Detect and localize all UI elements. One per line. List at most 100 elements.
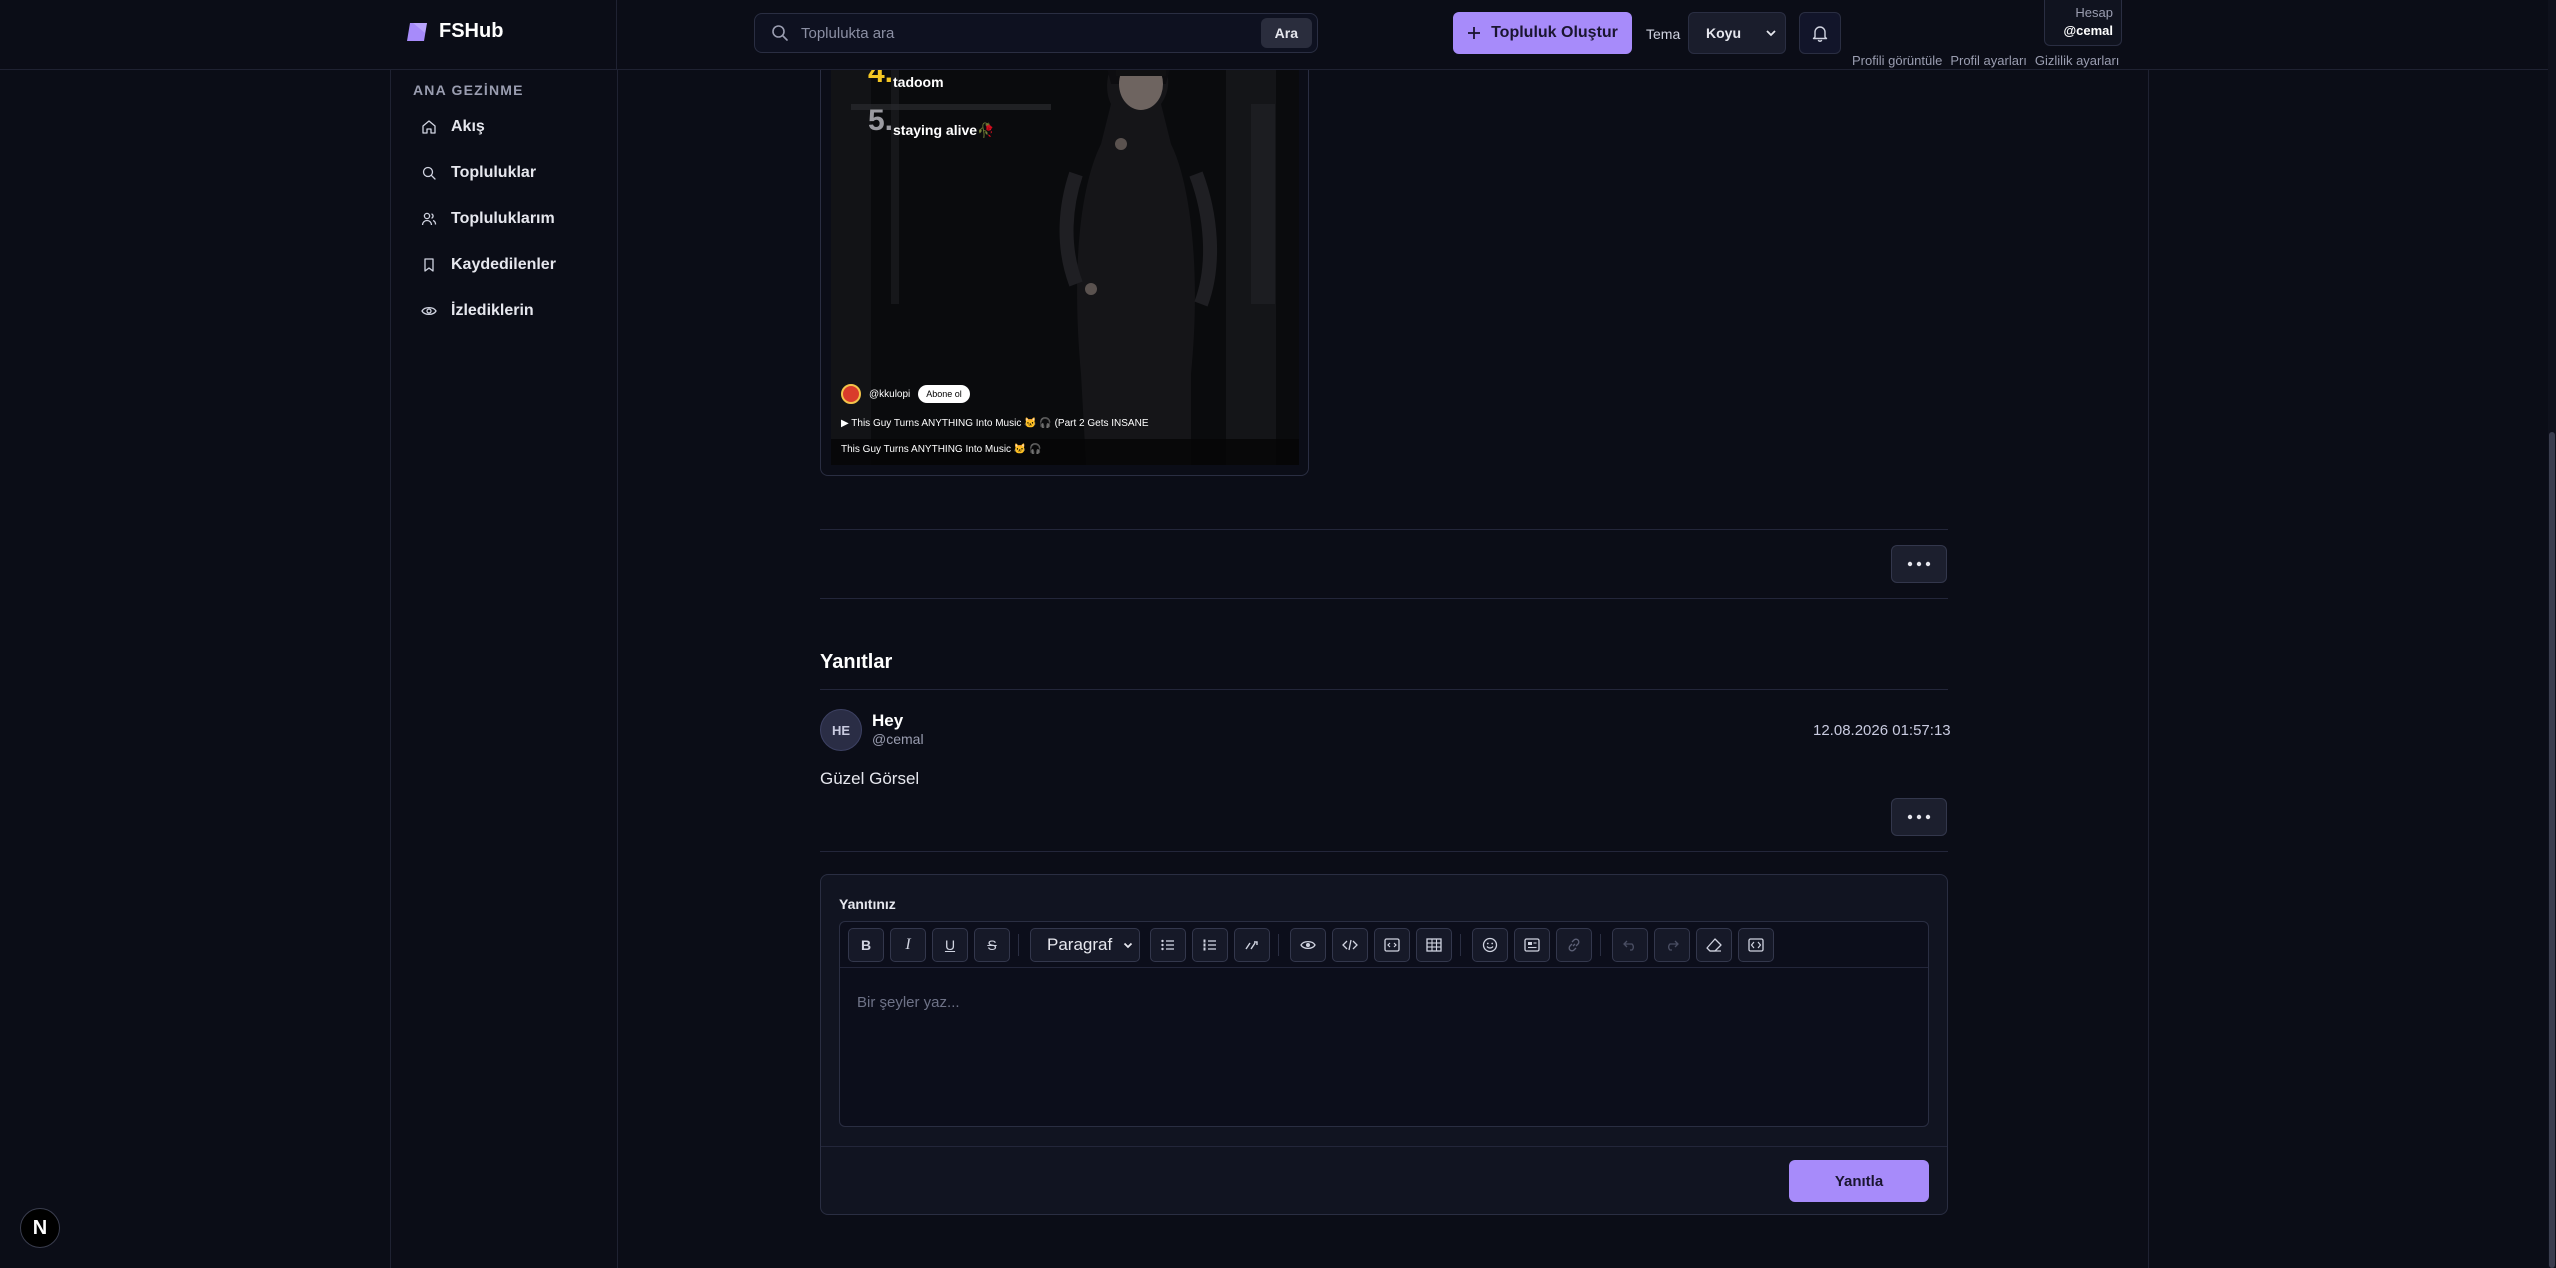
search-input[interactable]	[789, 14, 1261, 52]
underline-icon: U	[944, 937, 956, 953]
preview-button[interactable]	[1290, 928, 1326, 962]
post-more-button[interactable]	[1891, 545, 1947, 583]
sidebar-item-saved[interactable]: Kaydedilenler	[421, 256, 556, 274]
block-format-value: Paragraf	[1047, 935, 1113, 954]
view-profile-link[interactable]: Profili görüntüle	[1852, 53, 1942, 68]
video-title: ▶ This Guy Turns ANYTHING Into Music 🐱 🎧…	[841, 418, 1149, 429]
more-dots-icon	[1907, 561, 1931, 567]
code-block-icon	[1384, 938, 1400, 952]
emoji-icon	[1482, 937, 1498, 953]
theme-select[interactable]: Koyu	[1688, 12, 1786, 54]
redo-icon	[1668, 940, 1679, 951]
sidebar-item-feed[interactable]: Akış	[421, 118, 485, 136]
sidebar-item-my-communities[interactable]: Topluluklarım	[421, 210, 555, 228]
table-icon	[1426, 938, 1442, 952]
numbered-list-button[interactable]	[1192, 928, 1228, 962]
eraser-icon	[1706, 938, 1722, 952]
embed-media-button[interactable]	[1514, 928, 1550, 962]
account-menu[interactable]: Hesap @cemal	[2044, 0, 2122, 46]
privacy-settings-link[interactable]: Gizlilik ayarları	[2035, 53, 2120, 68]
media-icon	[1524, 938, 1540, 952]
sidebar-item-label: Kaydedilenler	[451, 256, 556, 273]
sidebar-item-watched[interactable]: İzlediklerin	[421, 302, 534, 320]
code-block-button[interactable]	[1374, 928, 1410, 962]
bell-icon	[1812, 26, 1828, 42]
theme-value: Koyu	[1706, 25, 1741, 41]
search-icon	[772, 25, 788, 41]
subscribe-button[interactable]: Abone ol	[918, 385, 970, 403]
home-icon	[422, 120, 436, 134]
source-code-icon	[1748, 938, 1764, 952]
search-bar: Ara	[754, 13, 1318, 53]
bold-button[interactable]: B	[848, 928, 884, 962]
bookmark-icon	[424, 258, 434, 272]
sidebar-item-label: Topluluklar	[451, 164, 537, 181]
page-scrollbar-thumb[interactable]	[2549, 432, 2555, 1268]
create-community-button[interactable]: Topluluk Oluştur	[1453, 12, 1632, 54]
inline-code-button[interactable]	[1332, 928, 1368, 962]
sidebar-title: ANA GEZİNME	[413, 82, 524, 98]
reply-submit-button[interactable]: Yanıtla	[1789, 1160, 1929, 1202]
users-icon	[421, 212, 437, 226]
header-divider	[616, 0, 617, 70]
eye-icon	[1300, 940, 1316, 950]
table-button[interactable]	[1416, 928, 1452, 962]
undo-icon	[1623, 940, 1634, 951]
quote-icon	[1245, 941, 1258, 950]
redo-button[interactable]	[1654, 928, 1690, 962]
video-channel: @kkulopi Abone ol	[841, 384, 970, 404]
plus-icon	[1468, 27, 1481, 39]
account-title: Hesap	[2075, 5, 2113, 20]
blockquote-button[interactable]	[1234, 928, 1270, 962]
nextjs-dev-badge[interactable]: N	[20, 1208, 60, 1248]
emoji-button[interactable]	[1472, 928, 1508, 962]
rich-text-editor: B I U S Paragraf Bir şeyler yaz...	[839, 921, 1929, 1127]
theme-label: Tema	[1646, 26, 1681, 42]
app-logo[interactable]: FSHub	[405, 20, 503, 43]
eye-icon	[421, 306, 437, 316]
editor-toolbar: B I U S Paragraf	[840, 922, 1928, 968]
divider	[820, 529, 1948, 530]
reply-timestamp: 12.08.2026 01:57:13	[1813, 722, 1951, 739]
strikethrough-button[interactable]: S	[974, 928, 1010, 962]
account-links: Profili görüntüle Profil ayarları Gizlil…	[1852, 53, 2119, 68]
bullet-list-icon	[1161, 939, 1174, 951]
avatar[interactable]: HE	[820, 709, 862, 751]
strikethrough-icon: S	[987, 937, 997, 953]
reply-author-name[interactable]: Hey	[872, 711, 903, 731]
sidebar-item-label: Topluluklarım	[451, 210, 555, 227]
reply-more-button[interactable]	[1891, 798, 1947, 836]
channel-name: @kkulopi	[869, 388, 911, 400]
editor-footer-divider	[821, 1146, 1947, 1147]
search-button[interactable]: Ara	[1260, 18, 1312, 48]
more-dots-icon	[1907, 814, 1931, 820]
bullet-list-button[interactable]	[1150, 928, 1186, 962]
divider	[820, 851, 1948, 852]
sidebar-item-communities[interactable]: Topluluklar	[421, 164, 536, 182]
create-community-label: Topluluk Oluştur	[1491, 24, 1618, 41]
link-icon	[1568, 938, 1580, 952]
overlay-text-5: staying alive🥀	[893, 122, 995, 138]
reply-text-area[interactable]: Bir şeyler yaz...	[840, 968, 1928, 1128]
undo-button[interactable]	[1612, 928, 1648, 962]
profile-settings-link[interactable]: Profil ayarları	[1950, 53, 2027, 68]
bold-icon: B	[860, 937, 872, 953]
divider	[820, 689, 1948, 690]
source-code-button[interactable]	[1738, 928, 1774, 962]
notifications-button[interactable]	[1799, 12, 1841, 54]
block-format-select[interactable]: Paragraf	[1030, 928, 1140, 962]
embedded-video[interactable]: 4. tadoom 5. staying alive🥀 @kkulopi Abo…	[831, 44, 1299, 465]
app-name: FSHub	[439, 20, 504, 42]
link-button[interactable]	[1556, 928, 1592, 962]
reply-body: Güzel Görsel	[820, 769, 920, 788]
toolbar-separator	[1460, 934, 1461, 956]
clear-formatting-button[interactable]	[1696, 928, 1732, 962]
channel-avatar	[841, 384, 861, 404]
numbered-list-icon	[1203, 939, 1216, 951]
toolbar-separator	[1600, 934, 1601, 956]
sidebar: ANA GEZİNME Akış Topluluklar Topluluklar…	[390, 70, 618, 1268]
underline-button[interactable]: U	[932, 928, 968, 962]
search-icon	[422, 166, 436, 180]
overlay-rank-5: 5.	[868, 104, 894, 137]
italic-button[interactable]: I	[890, 928, 926, 962]
